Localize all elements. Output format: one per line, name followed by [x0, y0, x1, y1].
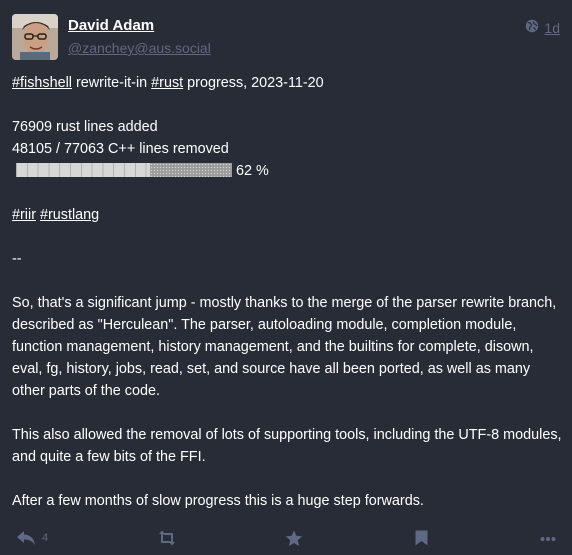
rust-lines-stat: 76909 rust lines added: [12, 119, 158, 135]
globe-icon: [525, 19, 539, 36]
progress-line: 62 %: [12, 160, 564, 182]
progress-label: 62 %: [236, 163, 269, 179]
progress-bar-filled: [16, 163, 150, 178]
content-line-1: #fishshell rewrite-it-in #rust progress,…: [12, 72, 564, 94]
favourite-button[interactable]: [285, 530, 303, 547]
hashtag-fishshell[interactable]: #fishshell: [12, 75, 72, 91]
bookmark-icon: [415, 530, 428, 546]
reply-button[interactable]: 4: [16, 530, 48, 546]
hashtag-riir[interactable]: #riir: [12, 207, 36, 223]
content-text: progress, 2023-11-20: [183, 75, 324, 91]
stats-block: 76909 rust lines added 48105 / 77063 C++…: [12, 116, 564, 182]
star-icon: [285, 530, 303, 547]
status-meta: 1d: [525, 19, 560, 36]
cpp-lines-stat: 48105 / 77063 C++ lines removed: [12, 141, 229, 157]
author-display-name[interactable]: David Adam: [68, 17, 154, 34]
bookmark-button[interactable]: [415, 530, 428, 546]
progress-bar-empty: [150, 163, 232, 178]
separator: --: [12, 251, 22, 267]
content-text: rewrite-it-in: [72, 75, 152, 91]
hashtags-line: #riir #rustlang: [12, 204, 564, 226]
paragraph-3: After a few months of slow progress this…: [12, 493, 424, 509]
status-time[interactable]: 1d: [544, 20, 560, 36]
paragraph-1: So, that's a significant jump - mostly t…: [12, 295, 557, 399]
reply-count: 4: [42, 532, 49, 544]
boost-icon: [157, 530, 177, 546]
paragraph-2: This also allowed the removal of lots of…: [12, 427, 562, 465]
reply-icon: [16, 530, 36, 546]
boost-button[interactable]: [157, 530, 177, 546]
status-post: David Adam @zanchey@aus.social 1d #fishs…: [0, 0, 572, 555]
status-content: #fishshell rewrite-it-in #rust progress,…: [12, 72, 564, 534]
action-bar: 4: [0, 528, 572, 552]
progress-bar: [16, 163, 232, 178]
avatar[interactable]: [12, 14, 58, 60]
more-icon: [540, 530, 556, 546]
hashtag-rust[interactable]: #rust: [151, 75, 183, 91]
hashtag-rustlang[interactable]: #rustlang: [40, 207, 99, 223]
more-button[interactable]: [540, 530, 556, 546]
avatar-image: [12, 14, 58, 60]
author-handle[interactable]: @zanchey@aus.social: [68, 40, 211, 56]
